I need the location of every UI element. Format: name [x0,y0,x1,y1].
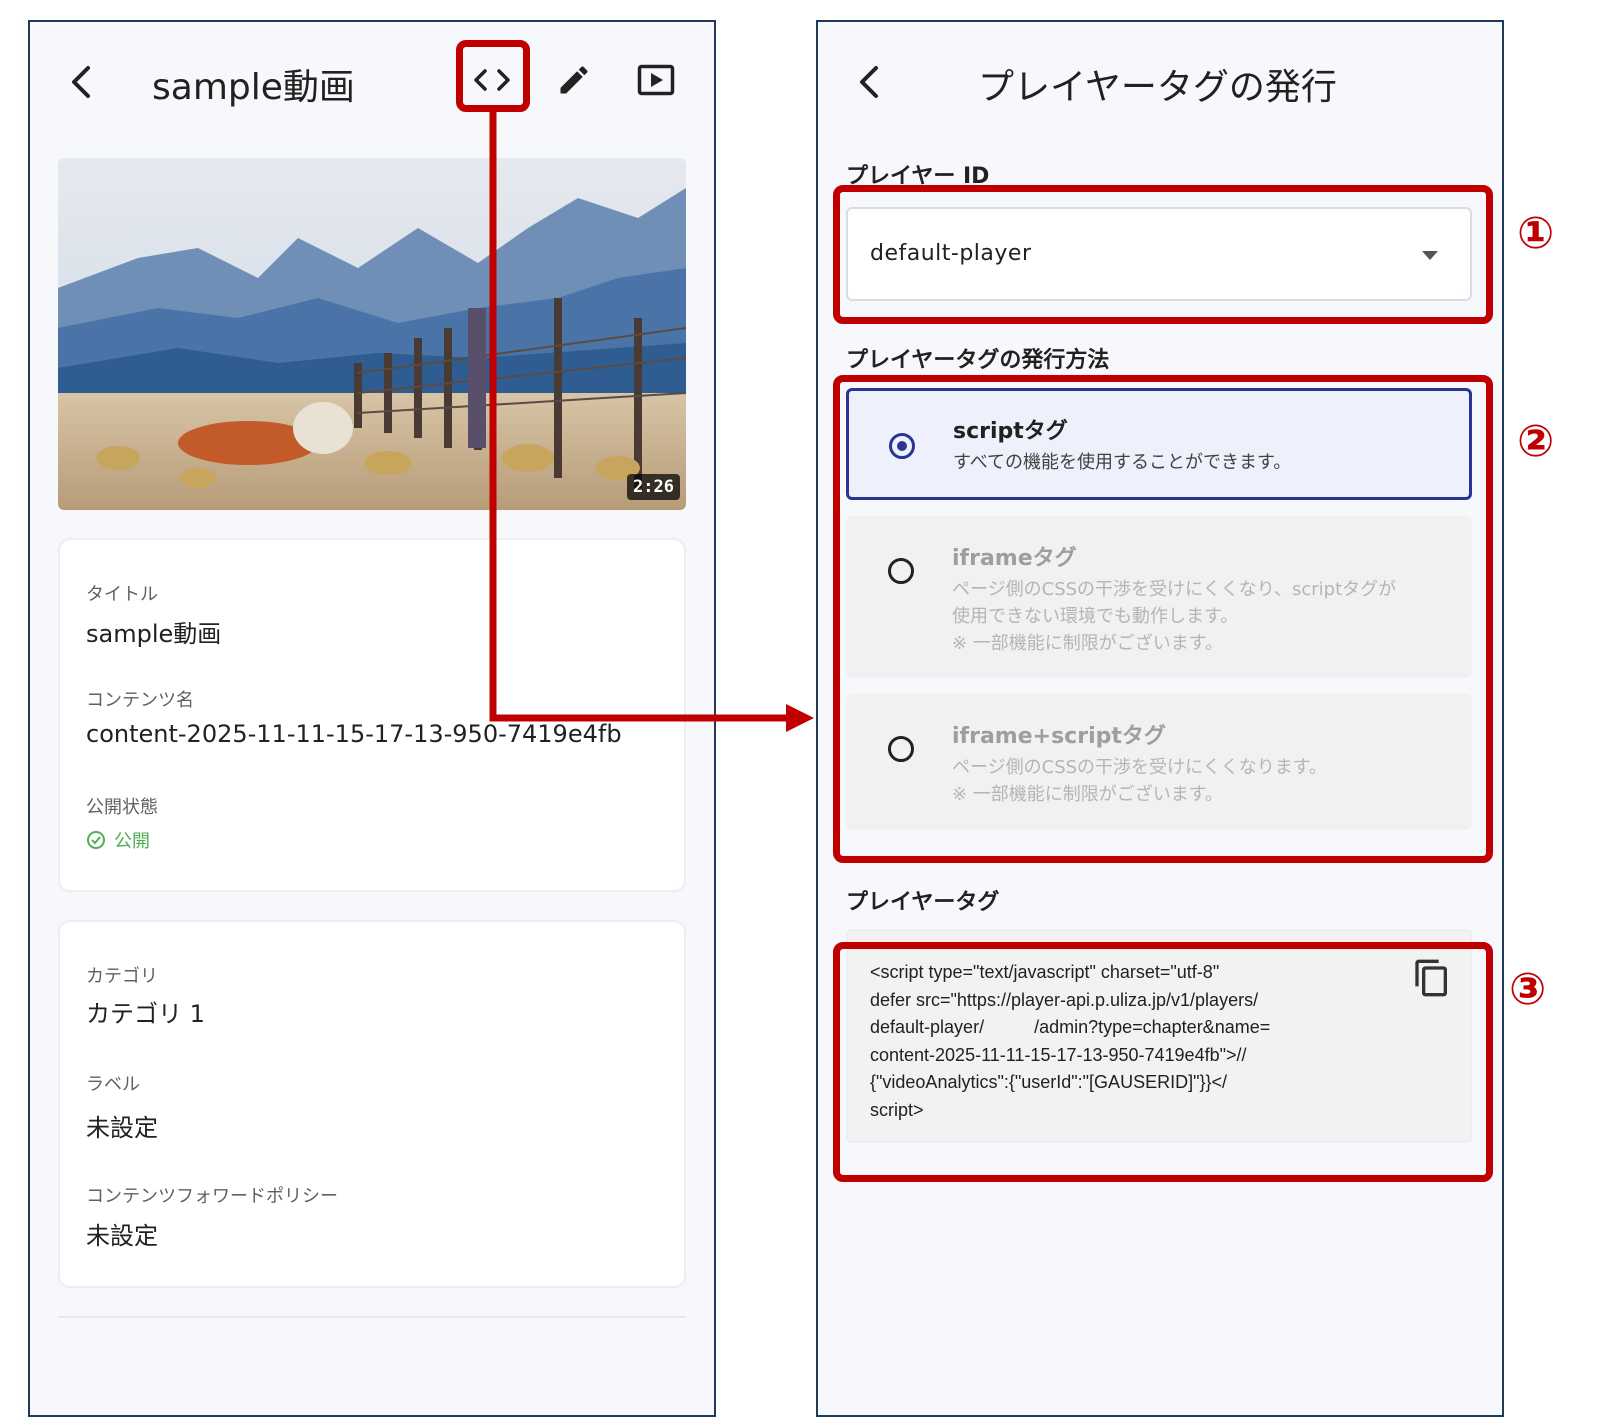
annotation-number-2: ② [1517,416,1555,467]
annotation-arrow [489,112,814,732]
annotation-number-1: ① [1517,208,1555,259]
annotation-number-3: ③ [1509,964,1547,1015]
